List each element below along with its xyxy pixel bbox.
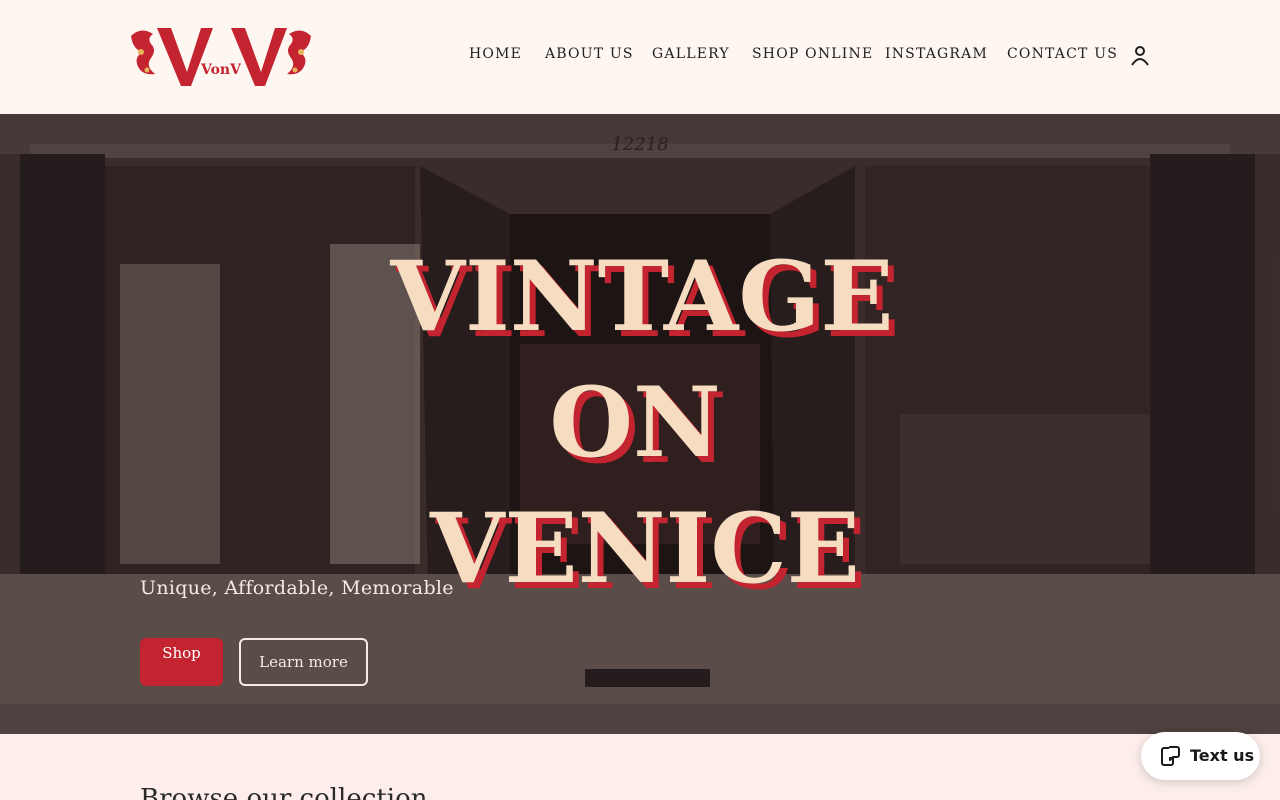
learn-more-button[interactable]: Learn more [239, 638, 368, 686]
nav-home[interactable]: HOME [469, 46, 522, 62]
nav-instagram[interactable]: INSTAGRAM [885, 46, 988, 62]
text-us-label: Text us [1190, 746, 1255, 765]
hero-title-line-2: ON [549, 366, 720, 479]
nav-about-us[interactable]: ABOUT US [545, 46, 634, 62]
chat-phone-icon [1161, 746, 1180, 766]
nav-gallery[interactable]: GALLERY [652, 46, 730, 62]
text-us-button[interactable]: Text us [1141, 732, 1260, 780]
hero-title-line-3: VENICE [429, 492, 860, 605]
nav-contact-us[interactable]: CONTACT US [1007, 46, 1118, 62]
site-header: VonV HOME ABOUT US GALLERY SHOP ONLINE I… [0, 0, 1280, 114]
hero-section: 12218 VINTAGE ON VENICE VINTAGE ON VENIC… [0, 114, 1280, 734]
main-nav: HOME ABOUT US GALLERY SHOP ONLINE INSTAG… [0, 46, 1280, 68]
nav-shop-online[interactable]: SHOP ONLINE [752, 46, 873, 62]
hero-tagline: Unique, Affordable, Memorable [140, 577, 454, 599]
hero-title-line-1: VINTAGE [390, 240, 894, 353]
collection-heading: Browse our collection [140, 784, 428, 800]
user-icon[interactable] [1129, 44, 1151, 68]
shop-button[interactable]: Shop [140, 638, 223, 686]
